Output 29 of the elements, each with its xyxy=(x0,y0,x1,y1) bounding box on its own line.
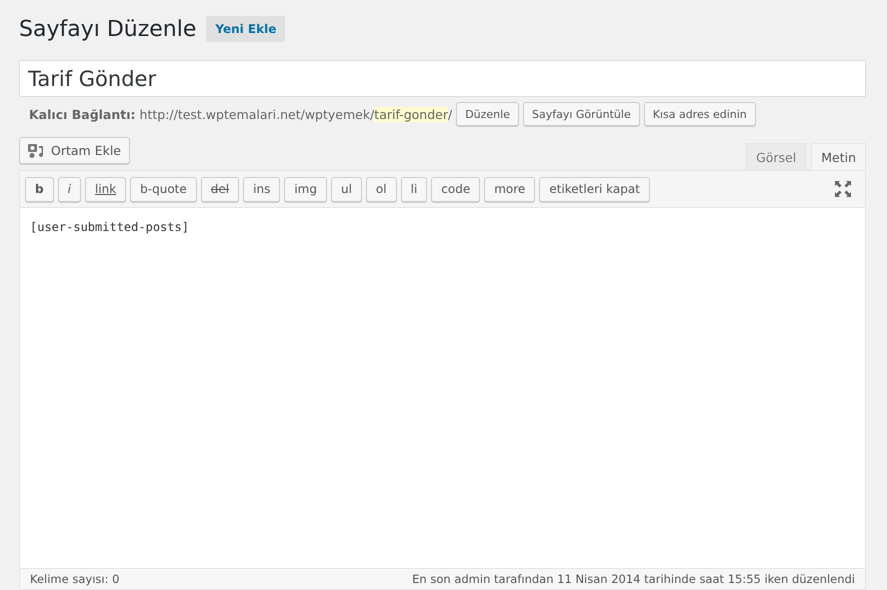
add-media-button[interactable]: Ortam Ekle xyxy=(19,137,130,164)
permalink-button[interactable]: Sayfayı Görüntüle xyxy=(522,102,640,126)
editor-tab[interactable]: Görsel xyxy=(746,143,806,170)
permalink-url[interactable]: http://test.wptemalari.net/wptyemek/tarif-gonder/ xyxy=(140,106,452,122)
permalink-button[interactable]: Kısa adres edinin xyxy=(644,102,756,126)
quicktag-button[interactable]: ol xyxy=(366,176,397,202)
content-editor[interactable]: [user-submitted-posts] xyxy=(20,208,865,568)
quicktag-button[interactable]: ins xyxy=(243,176,280,202)
last-edited-text: En son admin tarafından 11 Nisan 2014 tarihinde saat 15:55 iken düzenlendi xyxy=(412,572,855,586)
quicktag-button[interactable]: link xyxy=(84,176,126,202)
quicktag-button[interactable]: code xyxy=(431,176,480,202)
quicktag-button[interactable]: b-quote xyxy=(130,176,197,202)
page-title: Sayfayı Düzenle xyxy=(19,16,196,42)
quicktag-button[interactable]: etiketleri kapat xyxy=(539,176,650,202)
word-count: Kelime sayısı: 0 xyxy=(30,572,120,586)
quicktag-button[interactable]: del xyxy=(200,176,240,202)
title-field[interactable]: Tarif Gönder xyxy=(19,60,866,97)
quicktag-button[interactable]: i xyxy=(58,176,81,202)
quicktag-button[interactable]: li xyxy=(400,176,428,202)
editor-tab[interactable]: Metin xyxy=(811,143,866,170)
quicktag-button[interactable]: b xyxy=(25,176,54,202)
media-icon xyxy=(28,142,46,158)
quicktag-button[interactable]: img xyxy=(284,176,327,202)
quicktag-button[interactable]: ul xyxy=(330,176,362,202)
permalink-button[interactable]: Düzenle xyxy=(456,102,519,126)
add-new-button[interactable]: Yeni Ekle xyxy=(206,16,286,42)
fullscreen-icon[interactable] xyxy=(835,181,851,197)
quicktag-button[interactable]: more xyxy=(484,176,536,202)
permalink-label: Kalıcı Bağlantı: xyxy=(29,106,136,122)
